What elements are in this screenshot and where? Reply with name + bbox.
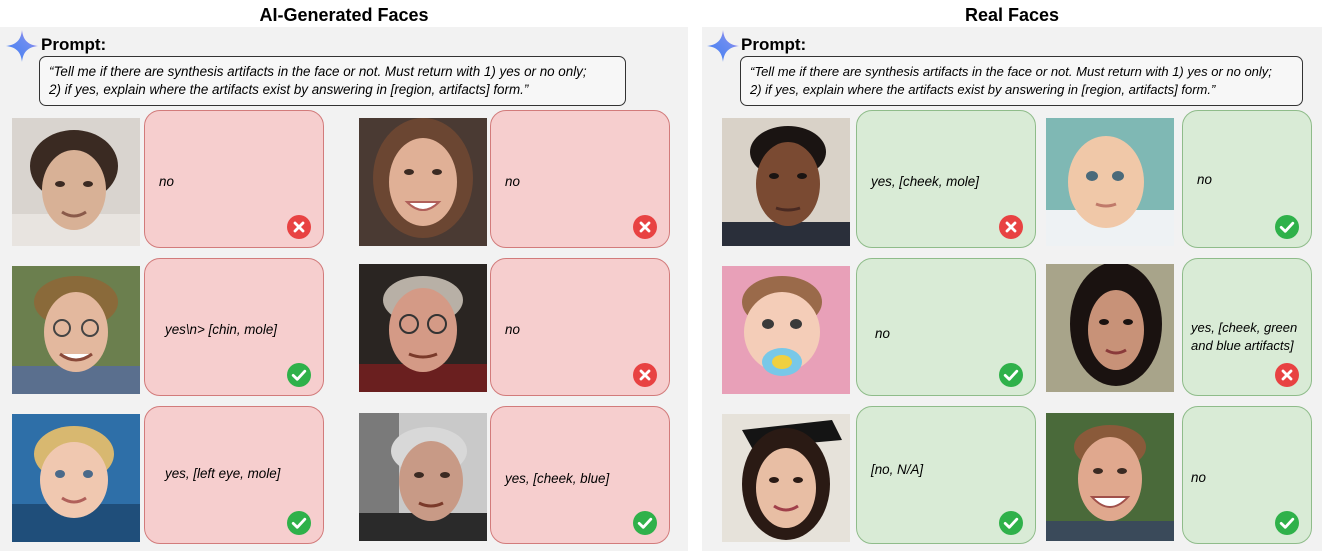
face-image — [359, 118, 487, 246]
sparkle-star-icon — [706, 29, 740, 63]
answer-bubble: no — [1182, 406, 1312, 544]
face-image — [722, 266, 850, 394]
face-image — [12, 118, 140, 246]
answer-bubble: yes\n> [chin, mole] — [144, 258, 324, 396]
answer-bubble: no — [1182, 110, 1312, 248]
check-mark-icon — [287, 511, 311, 535]
check-mark-icon — [1275, 215, 1299, 239]
answer-text: no — [1191, 470, 1206, 485]
answer-text: no — [505, 174, 520, 189]
check-mark-icon — [287, 363, 311, 387]
face-image — [1046, 413, 1174, 541]
face-image — [722, 118, 850, 246]
answer-text: no — [1197, 172, 1212, 187]
answer-text: no — [875, 326, 890, 341]
face-image — [722, 414, 850, 542]
answer-text: [no, N/A] — [871, 462, 924, 477]
face-image — [359, 413, 487, 541]
answer-bubble: no — [144, 110, 324, 248]
title-real-faces: Real Faces — [964, 5, 1060, 25]
answer-text: yes, [cheek, mole] — [871, 174, 979, 189]
check-mark-icon — [633, 511, 657, 535]
x-mark-icon — [287, 215, 311, 239]
face-image — [12, 266, 140, 394]
check-mark-icon — [999, 363, 1023, 387]
prompt-box-left: “Tell me if there are synthesis artifact… — [39, 56, 626, 106]
answer-bubble: yes, [cheek, green and blue artifacts] — [1182, 258, 1312, 396]
face-image — [1046, 118, 1174, 246]
answer-bubble: [no, N/A] — [856, 406, 1036, 544]
x-mark-icon — [1275, 363, 1299, 387]
answer-text: yes, [cheek, blue] — [505, 471, 610, 486]
check-mark-icon — [1275, 511, 1299, 535]
answer-text: no — [505, 322, 520, 337]
answer-bubble: no — [490, 258, 670, 396]
answer-text: yes, [left eye, mole] — [165, 466, 281, 481]
answer-bubble: yes, [cheek, mole] — [856, 110, 1036, 248]
answer-text: no — [159, 174, 174, 189]
answer-bubble: yes, [left eye, mole] — [144, 406, 324, 544]
title-ai-generated-faces: AI-Generated Faces — [259, 5, 429, 25]
face-image — [359, 264, 487, 392]
answer-text: yes, [cheek, green and blue artifacts] — [1191, 320, 1298, 353]
face-image — [12, 414, 140, 542]
answer-bubble: no — [856, 258, 1036, 396]
prompt-label-right: Prompt: — [741, 35, 807, 54]
check-mark-icon — [999, 511, 1023, 535]
prompt-label-left: Prompt: — [41, 35, 107, 54]
sparkle-star-icon — [5, 29, 39, 63]
face-image — [1046, 264, 1174, 392]
x-mark-icon — [633, 363, 657, 387]
x-mark-icon — [999, 215, 1023, 239]
x-mark-icon — [633, 215, 657, 239]
answer-bubble: no — [490, 110, 670, 248]
prompt-box-right: “Tell me if there are synthesis artifact… — [740, 56, 1303, 106]
answer-bubble: yes, [cheek, blue] — [490, 406, 670, 544]
answer-text: yes\n> [chin, mole] — [165, 322, 278, 337]
